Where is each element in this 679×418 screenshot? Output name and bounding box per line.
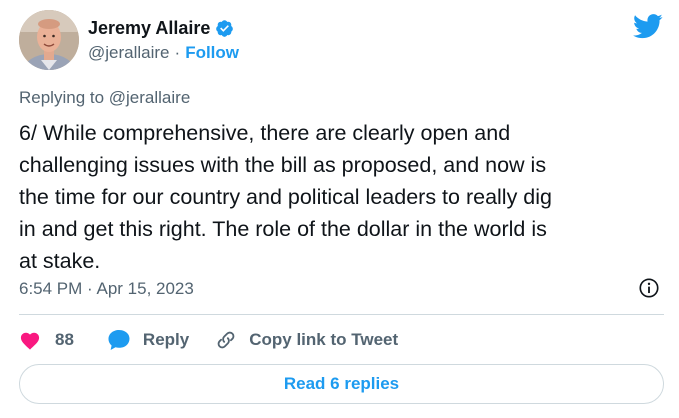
reply-label: Reply <box>142 330 190 349</box>
speech-bubble-icon <box>108 330 130 350</box>
like-count: 88 <box>55 330 74 349</box>
embedded-tweet-card: Jeremy Allaire @jerallaire · Follow Repl… <box>0 0 679 418</box>
read-replies-button[interactable]: Read 6 replies <box>19 364 664 404</box>
copy-link-button[interactable]: Copy link to Tweet <box>215 329 398 351</box>
tweet-timestamp[interactable]: 6:54 PM · Apr 15, 2023 <box>19 279 194 299</box>
verified-badge-icon <box>216 19 234 37</box>
read-replies-label: Read 6 replies <box>283 374 400 393</box>
follow-button[interactable]: Follow <box>185 43 239 63</box>
like-button[interactable]: 88 <box>19 330 74 350</box>
twitter-bird-icon[interactable] <box>633 14 663 39</box>
replying-to: Replying to @jerallaire <box>19 88 191 107</box>
action-bar: 88 Reply Copy link to Tweet <box>19 326 398 354</box>
reply-button[interactable]: Reply <box>107 329 189 351</box>
handle-row: @jerallaire · Follow <box>88 43 239 63</box>
avatar-image <box>19 10 79 70</box>
author-name-row: Jeremy Allaire <box>88 17 239 39</box>
author-avatar[interactable] <box>19 10 79 70</box>
heart-icon <box>20 332 40 350</box>
link-icon <box>217 331 235 349</box>
separator-dot: · <box>174 43 181 62</box>
copy-link-label: Copy link to Tweet <box>249 330 399 349</box>
author-name[interactable]: Jeremy Allaire <box>88 18 210 39</box>
info-icon[interactable] <box>638 277 660 299</box>
tweet-text: 6/ While comprehensive, there are clearl… <box>19 121 552 273</box>
author-handle[interactable]: @jerallaire <box>88 43 170 63</box>
divider <box>19 314 664 315</box>
author-info: Jeremy Allaire @jerallaire · Follow <box>88 17 239 63</box>
